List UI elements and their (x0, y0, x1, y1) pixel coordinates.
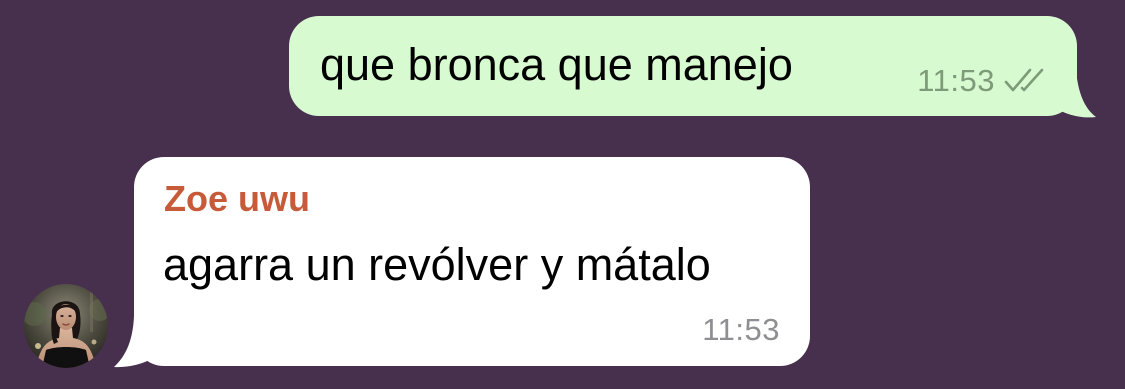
outgoing-message-text: que bronca que manejo (320, 39, 793, 90)
incoming-message-bubble[interactable]: Zoe uwu agarra un revólver y mátalo 11:5… (134, 157, 810, 366)
avatar-image (24, 284, 108, 368)
incoming-message-time: 11:53 (702, 312, 780, 347)
contact-avatar[interactable] (24, 284, 108, 368)
outgoing-message-bubble[interactable]: que bronca que manejo 11:53 (289, 16, 1077, 116)
double-check-icon (1004, 68, 1044, 92)
outgoing-message-time: 11:53 (917, 63, 995, 98)
outgoing-message-meta: 11:53 (917, 63, 1047, 99)
incoming-message-text: agarra un revólver y mátalo (163, 239, 711, 290)
sender-name[interactable]: Zoe uwu (164, 177, 310, 221)
